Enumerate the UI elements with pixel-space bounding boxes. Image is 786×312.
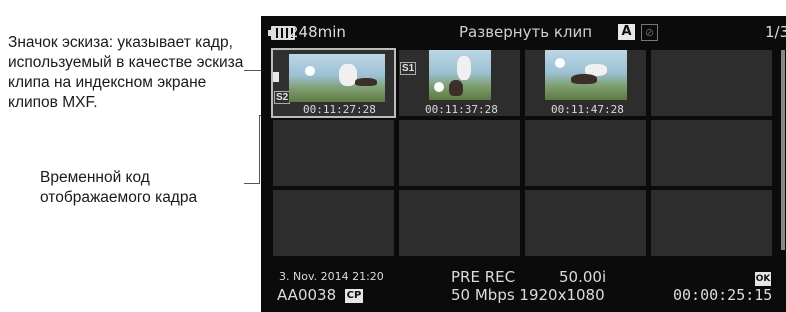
recording-date: 3. Nov. 2014 21:20 [279, 270, 384, 283]
thumbnail-image [545, 50, 627, 100]
scrollbar[interactable] [781, 50, 785, 250]
battery-time: 248min [289, 23, 346, 41]
thumbnail-mark-tag: S2 [274, 91, 291, 104]
thumbnail-timecode: 00:11:27:28 [303, 103, 376, 116]
ball-shape [305, 66, 315, 76]
thumbnail-cell-empty[interactable] [651, 120, 772, 186]
bitrate-resolution: 50 Mbps 1920x1080 [451, 286, 605, 304]
player-leg-shape [571, 74, 597, 84]
thumbnail-mark-tag: S1 [400, 62, 417, 75]
thumbnail-marker-icon [273, 72, 279, 82]
screen-title: Развернуть клип [459, 23, 593, 41]
thumbnail-timecode: 00:11:37:28 [425, 103, 498, 116]
info-bar: 3. Nov. 2014 21:20 AA0038 CP PRE REC 50.… [261, 262, 786, 312]
ball-shape [555, 58, 565, 68]
thumbnail-timecode: 00:11:47:28 [551, 103, 624, 116]
thumbnail-cell[interactable]: S2 00:11:27:28 [271, 48, 396, 118]
player-shape [457, 56, 471, 80]
cp-badge: CP [345, 289, 363, 303]
thumbnail-cell-empty[interactable] [273, 120, 394, 186]
leader-line [259, 115, 260, 184]
page-indicator: 1/3 [765, 23, 786, 41]
callout-timecode: Временной код отображаемого кадра [40, 169, 198, 206]
leader-line [244, 70, 262, 71]
callout-thumbnail-mark: Значок эскиза: указывает кадр, используе… [8, 34, 244, 111]
player-leg-shape [355, 78, 377, 86]
camera-lcd-screen: 248min Развернуть клип A ⊘ 1/3 S2 00:11:… [261, 16, 786, 312]
clip-name: AA0038 [277, 286, 337, 304]
thumbnail-cell-empty[interactable] [399, 120, 520, 186]
thumbnail-cell-empty[interactable] [651, 50, 772, 116]
ok-badge: OK [755, 272, 771, 286]
thumbnail-cell-empty[interactable] [651, 190, 772, 256]
thumbnail-image [289, 54, 385, 102]
slot-a-badge: A [618, 24, 635, 40]
ball-shape [434, 82, 444, 92]
player-leg-shape [449, 80, 463, 96]
thumbnail-cell[interactable]: 00:11:47:28 [525, 50, 646, 116]
thumbnail-image [429, 50, 491, 100]
thumbnail-cell-empty[interactable] [399, 190, 520, 256]
status-bar: 248min Развернуть клип A ⊘ 1/3 [261, 16, 786, 48]
thumbnail-cell[interactable]: S1 00:11:37:28 [399, 50, 520, 116]
frame-rate: 50.00i [559, 268, 607, 286]
thumbnail-grid: S2 00:11:27:28 S1 00:11:37:28 00:11:47:2… [271, 48, 779, 256]
thumbnail-cell-empty[interactable] [525, 190, 646, 256]
clip-timecode: 00:00:25:15 [673, 286, 773, 304]
thumbnail-cell-empty[interactable] [273, 190, 394, 256]
slot-b-icon: ⊘ [641, 24, 658, 41]
leader-line [244, 183, 260, 184]
pre-rec-label: PRE REC [451, 268, 516, 286]
thumbnail-cell-empty[interactable] [525, 120, 646, 186]
